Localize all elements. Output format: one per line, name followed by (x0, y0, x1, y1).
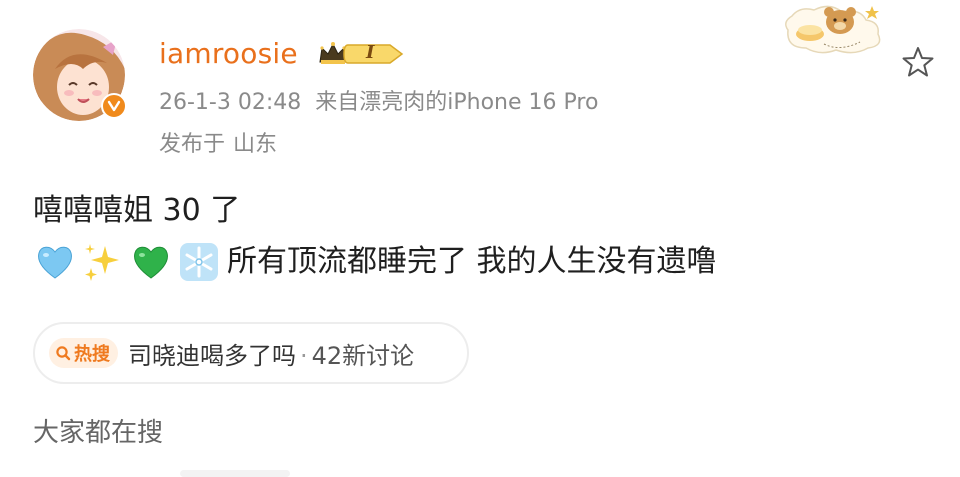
post-text-line-1: 嘻嘻嘻姐 30 了 (33, 193, 241, 228)
hot-search-topic-link[interactable]: 热搜 司晓迪喝多了吗 · 42新讨论 (33, 322, 469, 384)
location-prefix: 发布于 (159, 132, 226, 157)
sparkles-icon (85, 244, 119, 281)
post-meta: 26-1-3 02:48 来自漂亮肉的iPhone 16 Pro (159, 89, 598, 117)
post-text-line-2: 所有顶流都睡完了 我的人生没有遗噜 (33, 240, 717, 284)
location-value: 山东 (233, 132, 278, 157)
card-decoration-bear-icon (785, 5, 881, 54)
username[interactable]: iamroosie (159, 36, 298, 72)
hot-search-topic: 司晓迪喝多了吗 (128, 341, 296, 370)
hot-search-text: 司晓迪喝多了吗 · 42新讨论 (128, 336, 414, 371)
weibo-post: iamroosie I 26-1-3 02:48 来自漂亮肉的iPhone 16 … (0, 0, 960, 477)
hot-search-tag-label: 热搜 (74, 344, 110, 365)
member-level-label: I (366, 42, 375, 63)
member-level-badge[interactable]: I (318, 40, 404, 68)
favorite-button[interactable] (898, 42, 938, 82)
post-time: 26-1-3 02:48 (159, 90, 302, 115)
hot-search-separator: · (300, 341, 308, 370)
search-suggestion-placeholder (180, 470, 290, 477)
snowflake-icon (180, 243, 218, 281)
post-text-line-2-text: 所有顶流都睡完了 我的人生没有遗噜 (227, 244, 717, 279)
post-source[interactable]: 来自漂亮肉的iPhone 16 Pro (315, 90, 598, 115)
section-title-everyone-searching: 大家都在搜 (33, 418, 164, 448)
avatar[interactable] (33, 29, 127, 121)
verified-badge-icon (101, 93, 127, 119)
search-icon (55, 345, 71, 361)
hot-search-discussion-count: 42新讨论 (311, 341, 415, 370)
post-location: 发布于 山东 (159, 131, 277, 159)
star-icon (902, 47, 934, 77)
blue-heart-icon (38, 246, 72, 279)
green-heart-icon (134, 246, 168, 279)
hot-search-tag: 热搜 (49, 338, 118, 368)
